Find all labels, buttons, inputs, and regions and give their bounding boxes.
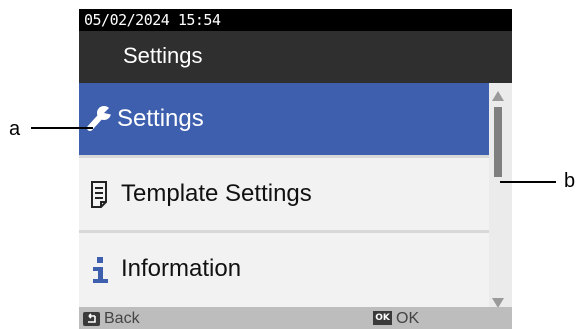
page-title: Settings (123, 43, 203, 68)
callout-label-b: b (564, 170, 576, 192)
scroll-thumb[interactable] (494, 107, 502, 177)
callout-line-b (500, 181, 556, 183)
scroll-up-arrow-icon[interactable] (492, 86, 504, 105)
menu-item-information[interactable]: Information (79, 233, 489, 305)
device-screen: 05/02/2024 15:54 Settings Settings Templ… (79, 9, 512, 329)
title-bar: Settings (79, 31, 512, 83)
ok-softkey[interactable]: OK OK (373, 307, 433, 329)
menu-item-settings[interactable]: Settings (79, 83, 489, 155)
menu-item-label: Settings (117, 105, 204, 132)
back-softkey[interactable]: Back (83, 307, 153, 329)
ok-badge-icon: OK (373, 311, 392, 325)
menu-item-label: Information (121, 255, 242, 282)
settings-menu: Settings Template Settings Information (79, 83, 489, 307)
back-label: Back (104, 310, 140, 327)
status-bar: 05/02/2024 15:54 (79, 9, 512, 31)
menu-item-label: Template Settings (121, 180, 312, 207)
back-arrow-icon (83, 311, 100, 329)
menu-item-template-settings[interactable]: Template Settings (79, 158, 489, 230)
info-icon (89, 255, 115, 285)
scrollbar[interactable] (489, 83, 512, 308)
callout-label-a: a (9, 118, 21, 140)
softkey-bar: Back OK OK (79, 307, 512, 329)
datetime: 05/02/2024 15:54 (84, 11, 221, 29)
ok-label: OK (396, 310, 420, 327)
template-icon (87, 180, 113, 210)
callout-line-a (31, 127, 93, 129)
